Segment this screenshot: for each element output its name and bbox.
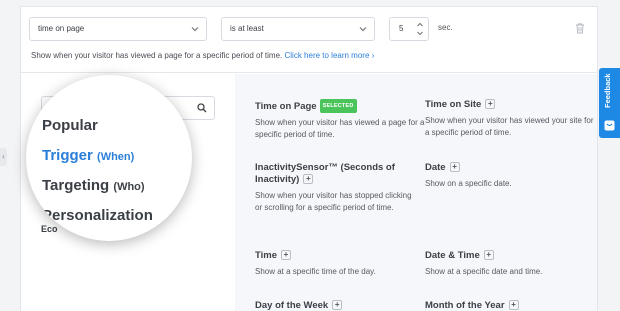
sidebar-item-personalization[interactable]: Personalization — [42, 207, 153, 224]
rule-type-value: time on page — [38, 24, 85, 33]
option-title: Time on Page — [255, 101, 317, 112]
option-date-and-time[interactable]: Date & Time + Show at a specific date and… — [425, 250, 595, 278]
sidebar-item-truncated[interactable]: Eco — [41, 224, 58, 234]
learn-more-link[interactable]: Click here to learn more › — [284, 51, 374, 60]
option-description: Show when your visitor has viewed your s… — [425, 116, 594, 137]
option-date[interactable]: Date + Show on a specific date. — [425, 162, 595, 190]
search-icon — [197, 103, 207, 113]
option-description: Show at a specific date and time. — [425, 267, 543, 276]
option-day-of-week[interactable]: Day of the Week + — [255, 300, 425, 311]
amount-stepper[interactable]: 5 — [389, 17, 429, 41]
chevron-down-icon — [191, 27, 199, 32]
trigger-options-grid: Time on Page SELECTED Show when your visi… — [235, 74, 597, 311]
plus-icon[interactable]: + — [303, 174, 314, 184]
chat-icon — [604, 120, 615, 131]
option-title: Date — [425, 162, 446, 173]
option-title: Time — [255, 250, 278, 261]
sidebar-item-targeting[interactable]: Targeting (Who) — [42, 177, 145, 194]
option-title: InactivitySensor™ (Seconds of Inactivity… — [255, 162, 395, 185]
option-description: Show at a specific time of the day. — [255, 267, 376, 276]
option-time[interactable]: Time + Show at a specific time of the day… — [255, 250, 425, 278]
trash-icon[interactable] — [574, 22, 586, 34]
option-title: Day of the Week — [255, 300, 329, 311]
plus-icon[interactable]: + — [485, 99, 496, 109]
option-description: Show when your visitor has viewed a page… — [255, 118, 425, 139]
magnified-category-list: Popular Trigger (When) Targeting (Who) P… — [26, 75, 192, 241]
rule-row: time on page is at least 5 sec. Show whe… — [21, 7, 597, 73]
comparator-value: is at least — [230, 24, 264, 33]
sidebar-item-trigger[interactable]: Trigger (When) — [42, 147, 134, 164]
feedback-label: Feedback — [603, 73, 612, 108]
stepper-arrows-icon[interactable] — [416, 21, 424, 37]
rule-type-select[interactable]: time on page — [29, 17, 207, 41]
amount-value: 5 — [399, 24, 404, 33]
option-inactivity-sensor[interactable]: InactivitySensor™ (Seconds of Inactivity… — [255, 162, 415, 214]
chevron-down-icon — [359, 27, 367, 32]
plus-icon[interactable]: + — [483, 250, 494, 260]
selected-badge: SELECTED — [319, 99, 357, 113]
option-time-on-site[interactable]: Time on Site + Show when your visitor has… — [425, 99, 595, 139]
plus-icon[interactable]: + — [281, 250, 292, 260]
hint-text: Show when your visitor has viewed a page… — [31, 51, 283, 60]
rule-hint: Show when your visitor has viewed a page… — [31, 51, 374, 60]
feedback-tab[interactable]: Feedback — [599, 68, 620, 138]
plus-icon[interactable]: + — [508, 300, 519, 310]
option-description: Show on a specific date. — [425, 179, 512, 188]
unit-label: sec. — [438, 23, 453, 32]
option-description: Show when your visitor has stopped click… — [255, 191, 412, 212]
option-title: Time on Site — [425, 99, 482, 110]
sidebar-item-popular[interactable]: Popular — [42, 117, 98, 134]
option-title: Date & Time — [425, 250, 480, 261]
option-time-on-page[interactable]: Time on Page SELECTED Show when your visi… — [255, 99, 425, 141]
comparator-select[interactable]: is at least — [221, 17, 375, 41]
collapse-handle[interactable]: ‹ — [0, 148, 7, 166]
option-month-of-year[interactable]: Month of the Year + — [425, 300, 595, 311]
plus-icon[interactable]: + — [332, 300, 343, 310]
plus-icon[interactable]: + — [449, 162, 460, 172]
option-title: Month of the Year — [425, 300, 505, 311]
